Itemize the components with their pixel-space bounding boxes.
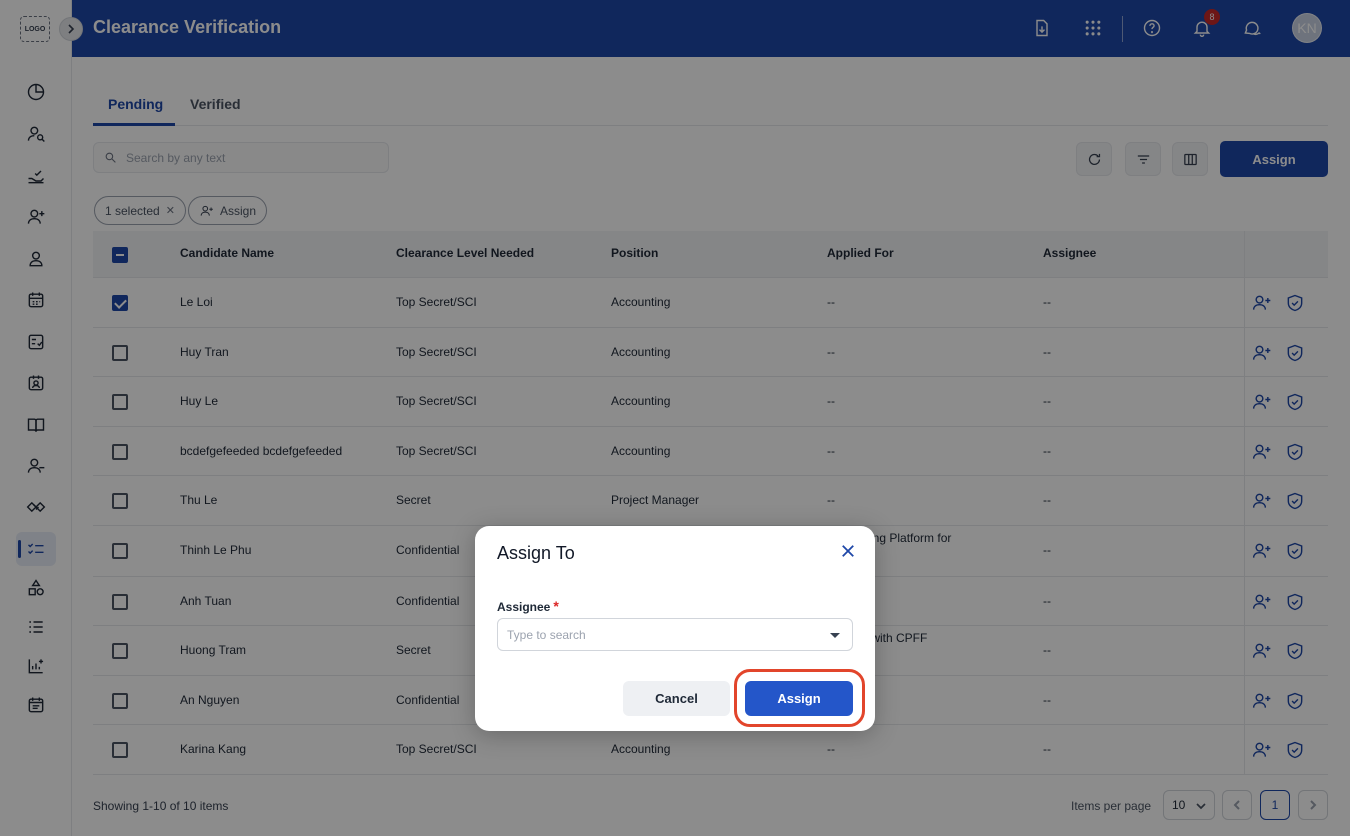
assignee-field-label: Assignee * (497, 598, 559, 614)
dialog-title: Assign To (497, 543, 575, 563)
required-indicator: * (553, 598, 559, 614)
dropdown-caret-icon[interactable] (830, 633, 840, 638)
cancel-button[interactable]: Cancel (623, 681, 730, 716)
close-dialog-button[interactable] (839, 542, 859, 562)
assign-button[interactable]: Assign (745, 681, 853, 716)
assign-to-dialog: Assign To Assignee* Cancel Assign (475, 526, 875, 731)
assignee-label-text: Assignee (497, 600, 551, 614)
assignee-search-input[interactable] (507, 627, 807, 642)
assignee-combobox[interactable] (497, 618, 853, 651)
close-icon (842, 545, 854, 557)
